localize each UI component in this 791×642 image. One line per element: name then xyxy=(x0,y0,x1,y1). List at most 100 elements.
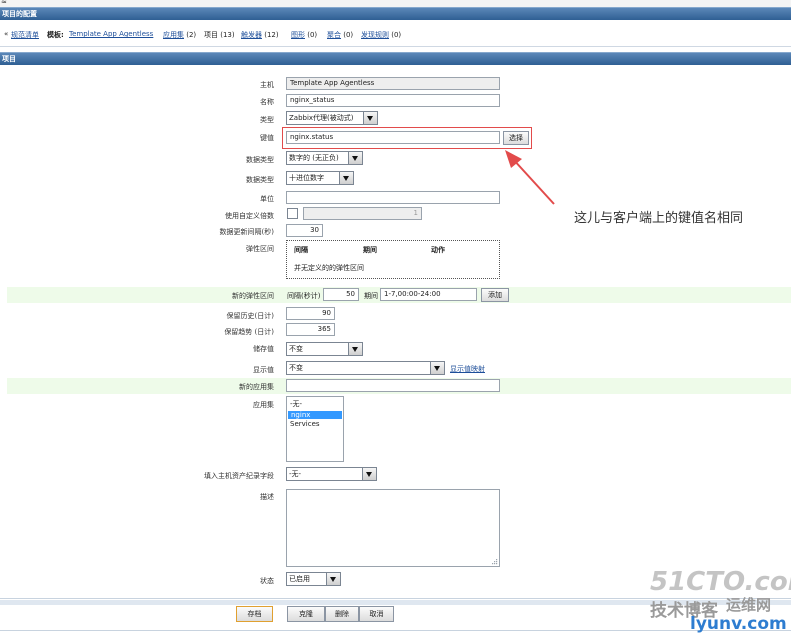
units-field[interactable] xyxy=(286,191,500,204)
key-field[interactable]: nginx.status xyxy=(286,131,500,144)
chevron-down-icon xyxy=(326,573,340,585)
status-label: 状态 xyxy=(260,577,274,585)
applications-label: 应用集 xyxy=(253,401,274,409)
data-type-select[interactable]: 十进位数字 xyxy=(286,171,354,185)
multiplier-label: 使用自定义倍数 xyxy=(225,212,274,220)
description-label: 描述 xyxy=(260,493,274,501)
description-textarea[interactable] xyxy=(286,489,500,567)
store-value-select[interactable]: 不变 xyxy=(286,342,363,356)
chevron-down-icon xyxy=(348,343,362,355)
save-button[interactable]: 存档 xyxy=(236,606,273,622)
nav-applications-link[interactable]: 应用集 xyxy=(163,31,184,39)
footer-separator-bottom xyxy=(0,630,791,631)
item-navigation: « 规范清单 模板: Template App Agentless 应用集 (2… xyxy=(0,22,791,47)
show-value-label: 显示值 xyxy=(253,366,274,374)
form-header-bar: 项目 xyxy=(0,52,791,65)
nav-screens-count: (0) xyxy=(343,31,354,39)
back-link[interactable]: 规范清单 xyxy=(11,31,39,39)
inventory-label: 填入主机资产纪录字段 xyxy=(204,472,274,480)
chevron-down-icon xyxy=(430,362,444,374)
back-arrow: « xyxy=(4,30,9,38)
new-flexible-interval-label: 间隔(秒计) xyxy=(287,292,321,300)
new-flexible-label: 新的弹性区间 xyxy=(232,292,274,300)
no-flexible-intervals-text: 并无定义的的弹性区间 xyxy=(294,264,364,272)
chevron-down-icon xyxy=(339,172,353,184)
show-value-select[interactable]: 不变 xyxy=(286,361,445,375)
new-application-field[interactable] xyxy=(286,379,500,392)
history-label: 保留历史(日计) xyxy=(226,312,274,320)
value-type-label: 数据类型 xyxy=(246,156,274,164)
units-label: 单位 xyxy=(260,195,274,203)
flexible-intervals-table: 间隔 期间 动作 并无定义的的弹性区间 xyxy=(286,240,500,279)
trends-label: 保留趋势 (日计) xyxy=(224,328,274,336)
update-interval-label: 数据更新间隔(秒) xyxy=(219,228,274,236)
value-type-select[interactable]: 数字的 (无正负) xyxy=(286,151,363,165)
applications-option-nginx[interactable]: nginx xyxy=(288,411,342,419)
status-value: 已启用 xyxy=(289,575,310,583)
col-period-header: 期间 xyxy=(363,246,377,254)
key-label: 键值 xyxy=(260,134,274,142)
delete-button[interactable]: 删除 xyxy=(325,606,359,622)
show-value-value: 不变 xyxy=(289,364,303,372)
multiplier-checkbox[interactable] xyxy=(287,208,298,219)
nav-items-count: (13) xyxy=(220,31,235,39)
store-value-value: 不变 xyxy=(289,345,303,353)
new-application-label: 新的应用集 xyxy=(239,383,274,391)
inventory-value: -无- xyxy=(289,470,302,478)
watermark-lyunv: lyunv.com xyxy=(690,614,787,634)
name-field[interactable]: nginx_status xyxy=(286,94,500,107)
watermark-51cto: 51CTO.com xyxy=(650,567,791,597)
add-flexible-button[interactable]: 添加 xyxy=(481,288,509,302)
type-label: 类型 xyxy=(260,116,274,124)
annotation-note: 这儿与客户端上的键值名相同 xyxy=(574,211,744,226)
nav-graphs-count: (0) xyxy=(307,31,318,39)
update-interval-field[interactable]: 30 xyxy=(286,224,323,237)
data-type-label: 数据类型 xyxy=(246,176,274,184)
section-header-bar: 项目的配置 xyxy=(0,7,791,20)
col-action-header: 动作 xyxy=(431,246,445,254)
value-mapping-link[interactable]: 显示值映射 xyxy=(450,364,485,374)
nav-screens-link[interactable]: 聚合 xyxy=(327,31,341,39)
annotation-arrow xyxy=(505,150,555,205)
data-type-value: 十进位数字 xyxy=(289,174,324,182)
nav-items-label: 项目 xyxy=(204,31,218,39)
status-select[interactable]: 已启用 xyxy=(286,572,341,586)
template-link[interactable]: Template App Agentless xyxy=(69,30,153,38)
multiplier-field: 1 xyxy=(303,207,422,220)
value-type-value: 数字的 (无正负) xyxy=(289,154,339,162)
resize-grip-icon[interactable] xyxy=(490,557,498,565)
type-value: Zabbix代理(被动式) xyxy=(289,114,354,122)
applications-option-none[interactable]: -无- xyxy=(287,397,343,411)
new-flexible-interval-field[interactable]: 50 xyxy=(323,288,359,301)
store-value-label: 储存值 xyxy=(253,345,274,353)
corner-mark: ≈ xyxy=(1,0,7,6)
template-label: 模板: xyxy=(47,31,64,39)
chevron-down-icon xyxy=(362,468,376,480)
cancel-button[interactable]: 取消 xyxy=(359,606,394,622)
applications-listbox[interactable]: -无- nginx Services xyxy=(286,396,344,462)
nav-discovery-count: (0) xyxy=(391,31,402,39)
new-flexible-period-field[interactable]: 1-7,00:00-24:00 xyxy=(380,288,477,301)
new-flexible-period-label: 期间 xyxy=(364,292,378,300)
nav-triggers-count: (12) xyxy=(264,31,279,39)
nav-triggers-link[interactable]: 触发器 xyxy=(241,31,262,39)
watermark-brand: 运维网 xyxy=(726,596,772,614)
form-title: 项目 xyxy=(2,55,16,63)
host-label: 主机 xyxy=(260,81,274,89)
type-select[interactable]: Zabbix代理(被动式) xyxy=(286,111,378,125)
trends-field[interactable]: 365 xyxy=(286,323,335,336)
key-select-button[interactable]: 选择 xyxy=(503,131,529,145)
history-field[interactable]: 90 xyxy=(286,307,335,320)
nav-graphs-link[interactable]: 图形 xyxy=(291,31,305,39)
chevron-down-icon xyxy=(363,112,377,124)
section-title: 项目的配置 xyxy=(2,10,37,18)
host-field: Template App Agentless xyxy=(286,77,500,90)
flexible-intervals-label: 弹性区间 xyxy=(246,245,274,253)
applications-option-services[interactable]: Services xyxy=(287,419,343,429)
clone-button[interactable]: 克隆 xyxy=(287,606,325,622)
nav-discovery-link[interactable]: 发现规则 xyxy=(361,31,389,39)
nav-applications-count: (2) xyxy=(186,31,197,39)
inventory-select[interactable]: -无- xyxy=(286,467,377,481)
top-strip: ≈ xyxy=(0,0,791,7)
name-label: 名称 xyxy=(260,98,274,106)
